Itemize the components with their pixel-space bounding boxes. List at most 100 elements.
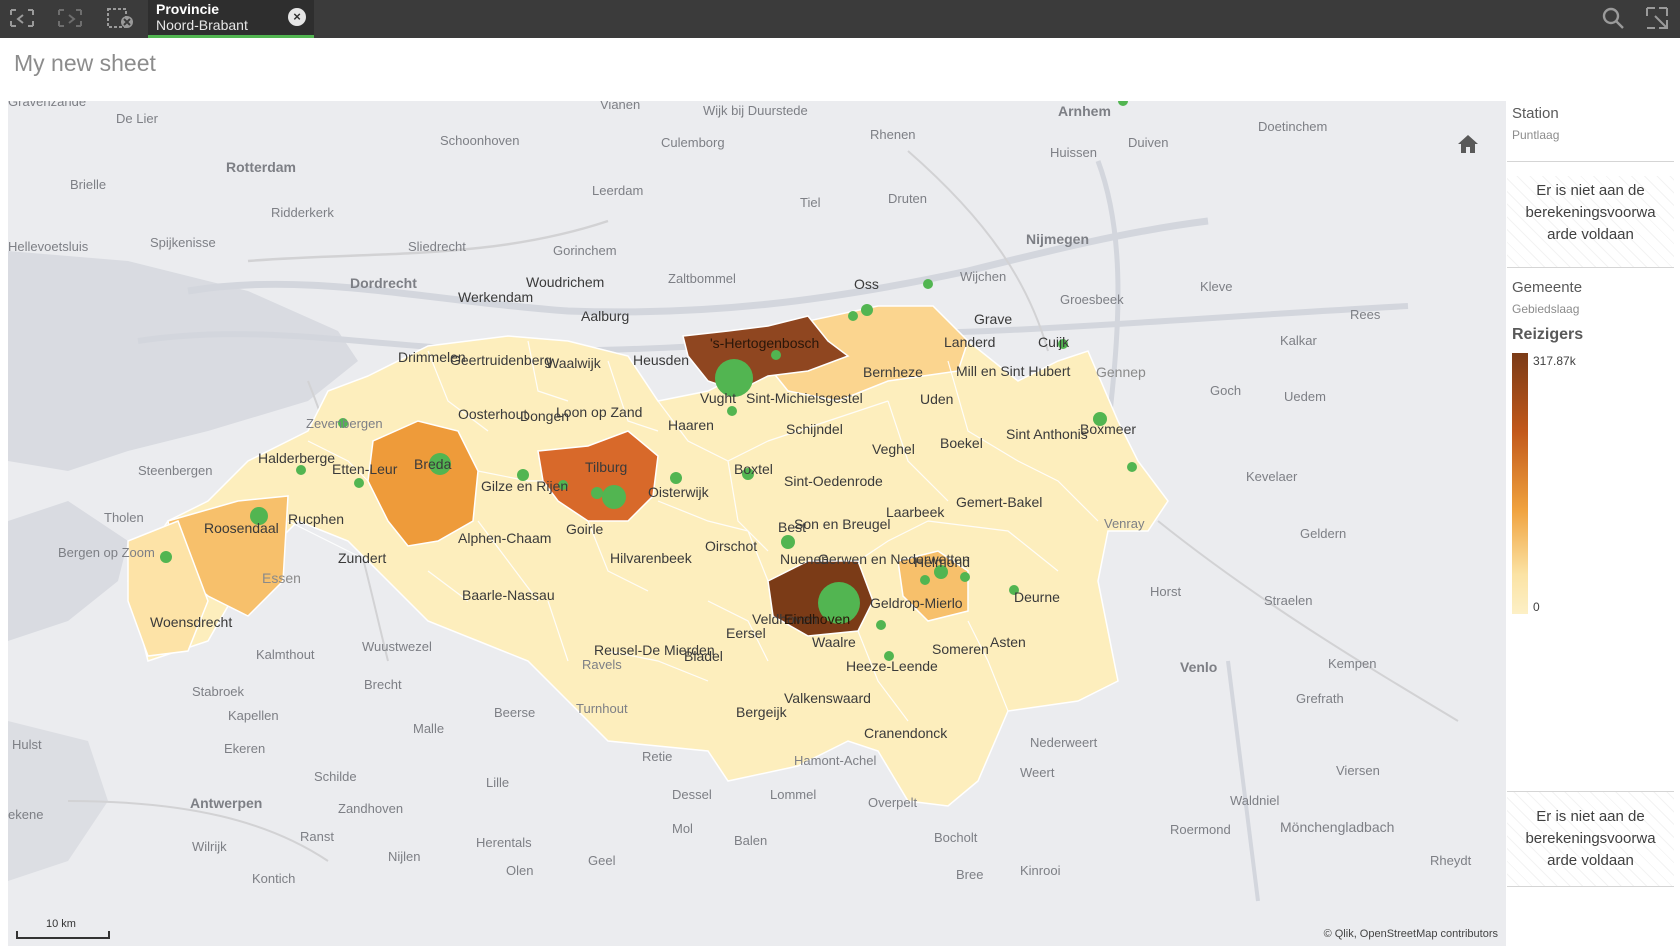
close-icon[interactable]: × xyxy=(288,8,306,26)
place-label: Kevelaer xyxy=(1246,469,1298,484)
legend-panel: Station Puntlaag Er is niet aan de berek… xyxy=(1507,101,1680,947)
municipality-label: Laarbeek xyxy=(886,504,945,520)
forward-icon[interactable] xyxy=(54,3,86,33)
municipality-label: Oisterwijk xyxy=(648,484,709,500)
municipality-label: Gemert-Bakel xyxy=(956,494,1043,510)
place-label: Kontich xyxy=(252,871,296,886)
legend-measure: Reizigers xyxy=(1512,326,1584,343)
place-label: Mönchengladbach xyxy=(1280,819,1395,835)
legend-station-title: Station xyxy=(1512,105,1559,122)
municipality-label: Oss xyxy=(854,276,879,292)
place-label: Dordrecht xyxy=(350,275,417,291)
search-icon[interactable] xyxy=(1597,3,1629,33)
place-label: Mol xyxy=(672,821,693,836)
municipality-label: Etten-Leur xyxy=(332,461,398,477)
municipality-label: Woudrichem xyxy=(526,274,605,290)
place-label: Hellevoetsluis xyxy=(8,239,89,254)
scale-label: 10 km xyxy=(46,918,76,930)
legend-station-header: Station Puntlaag xyxy=(1507,101,1674,162)
place-label: Malle xyxy=(413,721,445,736)
place-label: Straelen xyxy=(1264,593,1313,608)
municipality-label: Boxtel xyxy=(734,461,773,477)
place-label: Horst xyxy=(1150,584,1182,599)
place-label: Zaltbommel xyxy=(668,271,736,286)
place-label: Rotterdam xyxy=(226,159,297,175)
place-label: Stabroek xyxy=(192,684,245,699)
place-label: Bergen op Zoom xyxy=(58,545,155,560)
place-label: Antwerpen xyxy=(190,795,263,811)
place-label: Nijmegen xyxy=(1026,231,1090,247)
place-label: Schoonhoven xyxy=(440,133,520,148)
place-label: Balen xyxy=(734,833,768,848)
municipality-label: Halderberge xyxy=(258,450,336,466)
municipality-label: Cranendonck xyxy=(864,725,948,741)
municipality-label: Goirle xyxy=(566,521,604,537)
municipality-label: Gennep xyxy=(1096,364,1146,380)
municipality-label: Zundert xyxy=(338,550,387,566)
place-label: Weert xyxy=(1020,765,1055,780)
place-label: Lommel xyxy=(770,787,817,802)
smart-search-back-icon[interactable] xyxy=(6,3,38,33)
municipality-label: Asten xyxy=(990,634,1026,650)
municipality-label: Woensdrecht xyxy=(150,614,233,630)
place-label: Kleve xyxy=(1200,279,1233,294)
municipality-label: Waalwijk xyxy=(546,355,601,371)
place-label: Ekeren xyxy=(224,741,266,756)
municipality-label: Cuijk xyxy=(1038,334,1070,350)
place-label: Rheydt xyxy=(1430,853,1472,868)
municipality-label: Essen xyxy=(262,570,301,586)
place-label: Grefrath xyxy=(1296,691,1344,706)
municipality-label: Heusden xyxy=(633,352,690,368)
place-label: Geel xyxy=(588,853,616,868)
municipality-label: Someren xyxy=(932,641,989,657)
municipality-label: Eindhoven xyxy=(784,611,851,627)
place-label: Dessel xyxy=(672,787,712,802)
municipality-label: Boxmeer xyxy=(1080,421,1137,437)
municipality-label: Roosendaal xyxy=(204,520,279,536)
map[interactable]: Gravenzande De Lier Vianen Wijk bij Duur… xyxy=(8,101,1506,946)
place-label: Brielle xyxy=(70,177,107,192)
place-label: Nederweert xyxy=(1030,735,1098,750)
place-label: Vianen xyxy=(600,101,641,112)
place-label: Kalkar xyxy=(1280,333,1317,348)
legend-station-message: Er is niet aan de berekeningsvoorwa arde… xyxy=(1507,176,1674,268)
municipality-label: Tilburg xyxy=(585,459,628,475)
fullscreen-icon[interactable] xyxy=(1641,3,1673,33)
place-label: Ranst xyxy=(300,829,334,844)
place-label: Druten xyxy=(888,191,928,206)
place-label: Wijk bij Duurstede xyxy=(703,103,808,118)
place-label: Ridderkerk xyxy=(271,205,334,220)
municipality-label: Waalre xyxy=(812,634,856,650)
place-label: Waldniel xyxy=(1230,793,1280,808)
legend-gemeente-title: Gemeente xyxy=(1512,279,1583,296)
home-icon[interactable] xyxy=(1456,133,1480,160)
place-label: Wuustwezel xyxy=(362,639,432,654)
place-label: Gravenzande xyxy=(8,101,87,109)
place-label: Culemborg xyxy=(661,135,725,150)
place-label: Groesbeek xyxy=(1060,292,1124,307)
municipality-label: Bernheze xyxy=(863,364,923,380)
place-label: Brecht xyxy=(364,677,402,692)
legend-color-scale xyxy=(1512,353,1528,614)
municipality-label: Sint-Michielsgestel xyxy=(746,390,863,406)
selection-chip[interactable]: Provincie Noord-Brabant × xyxy=(148,0,314,38)
legend-max: 317.87k xyxy=(1533,354,1576,368)
municipality-label: Hilvarenbeek xyxy=(610,550,692,566)
municipality-label: Son en Breugel xyxy=(794,516,891,532)
place-label: Kapellen xyxy=(228,708,279,723)
place-label: Overpelt xyxy=(868,795,918,810)
place-label: Geldern xyxy=(1300,526,1347,541)
municipality-label: Mill en Sint Hubert xyxy=(956,363,1071,379)
municipality-label: Veghel xyxy=(872,441,915,457)
clear-selections-icon[interactable] xyxy=(104,3,136,33)
municipality-label: Sint Anthonis xyxy=(1006,426,1088,442)
place-label: Lille xyxy=(486,775,510,790)
place-label: Olen xyxy=(506,863,534,878)
place-label: Leerdam xyxy=(592,183,644,198)
place-label: Viersen xyxy=(1336,763,1380,778)
municipality-label: Schijndel xyxy=(786,421,843,437)
place-label: Duiven xyxy=(1128,135,1169,150)
place-label: Roermond xyxy=(1170,822,1231,837)
municipality-label: Baarle-Nassau xyxy=(462,587,555,603)
place-label: Zandhoven xyxy=(338,801,404,816)
